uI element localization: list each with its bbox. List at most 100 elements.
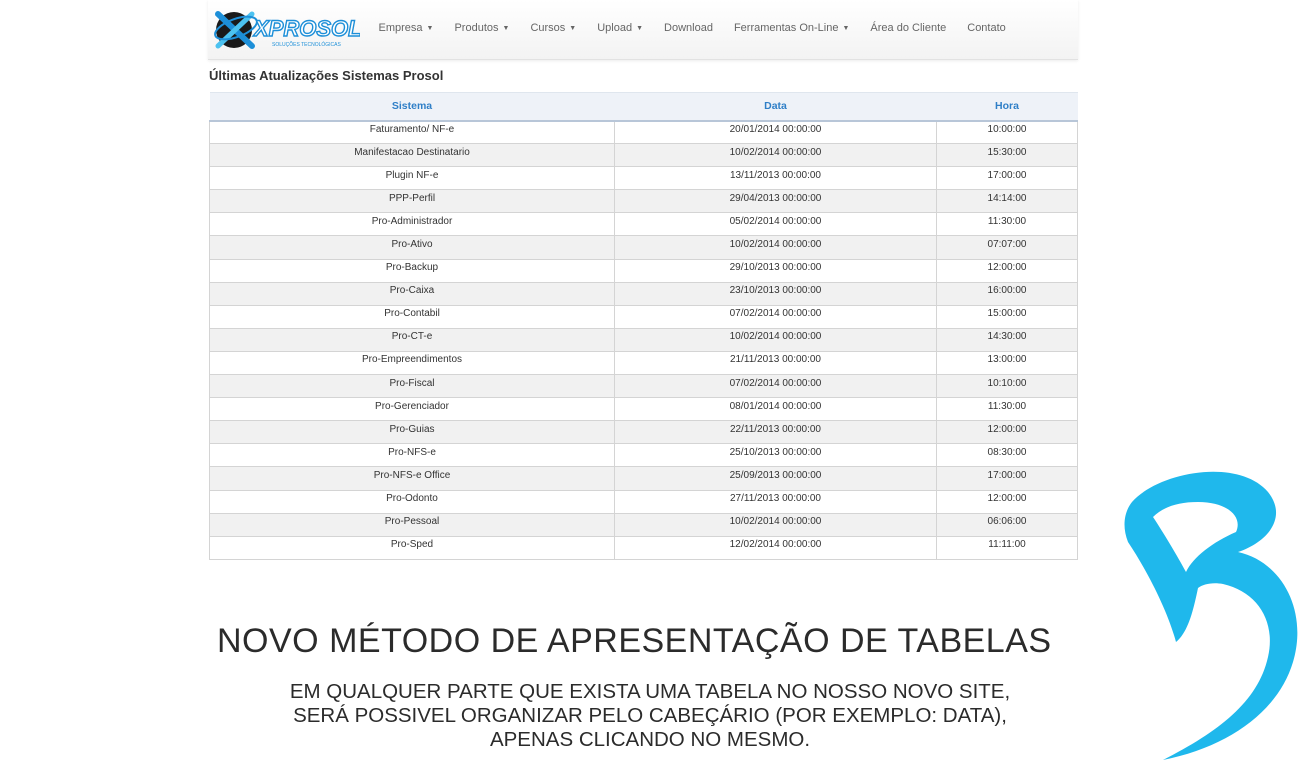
nav-menu: Empresa ▼ Produtos ▼ Cursos ▼ Upload ▼ Download F…: [368, 0, 1016, 56]
cell-hora: 11:30:00: [936, 212, 1078, 237]
updates-table: Sistema Data Hora Faturamento/ NF-e 20/01…: [209, 92, 1078, 560]
nav-item-cursos[interactable]: Cursos ▼: [520, 22, 587, 34]
xprosol-logo[interactable]: XPROSOL SOLUÇÕES TECNOLÓGICAS: [212, 6, 360, 54]
cell-sistema: Pro-Fiscal: [209, 374, 615, 399]
cell-hora: 16:00:00: [936, 281, 1078, 306]
caret-down-icon: ▼: [426, 25, 434, 32]
cell-sistema: Pro-Contabil: [209, 304, 615, 329]
cell-data: 22/11/2013 00:00:00: [614, 420, 937, 445]
cell-data: 05/02/2014 00:00:00: [614, 212, 937, 237]
table-row: Pro-Sped 12/02/2014 00:00:00 11:11:00: [209, 535, 1078, 560]
table-row: Pro-Gerenciador 08/01/2014 00:00:00 11:30:…: [209, 397, 1078, 422]
nav-item--rea-do-cliente[interactable]: Área do Cliente: [860, 22, 957, 34]
cell-data: 10/02/2014 00:00:00: [614, 143, 937, 168]
table-header-row: Sistema Data Hora: [209, 92, 1078, 122]
cell-sistema: Pro-Backup: [209, 258, 615, 283]
nav-item-label: Cursos: [530, 22, 566, 34]
cell-data: 27/11/2013 00:00:00: [614, 489, 937, 514]
cell-data: 10/02/2014 00:00:00: [614, 327, 937, 352]
caret-down-icon: ▼: [842, 25, 850, 32]
blue-swirl-logo: [1124, 471, 1298, 760]
cell-hora: 17:00:00: [936, 466, 1078, 491]
caption-text: EM QUALQUER PARTE QUE EXISTA UMA TABELA …: [150, 680, 1150, 752]
cell-hora: 12:00:00: [936, 258, 1078, 283]
caption-line: APENAS CLICANDO NO MESMO.: [489, 728, 811, 751]
top-navbar: XPROSOL SOLUÇÕES TECNOLÓGICAS Empresa ▼ Pr…: [208, 0, 1078, 60]
table-row: Pro-Administrador 05/02/2014 00:00:00 11:3…: [209, 212, 1078, 237]
caret-down-icon: ▼: [502, 25, 510, 32]
table-row: Pro-NFS-e Office 25/09/2013 00:00:00 17:00…: [209, 466, 1078, 491]
nav-item-upload[interactable]: Upload ▼: [587, 22, 654, 34]
cell-sistema: Faturamento/ NF-e: [209, 119, 615, 145]
nav-item-label: Contato: [967, 22, 1006, 34]
column-header-hora[interactable]: Hora: [936, 92, 1078, 122]
cell-data: 07/02/2014 00:00:00: [614, 304, 937, 329]
cell-sistema: Pro-Caixa: [209, 281, 615, 306]
cell-data: 07/02/2014 00:00:00: [614, 374, 937, 399]
column-header-data[interactable]: Data: [614, 92, 937, 122]
caret-down-icon: ▼: [636, 25, 644, 32]
cell-data: 21/11/2013 00:00:00: [614, 350, 937, 376]
caret-down-icon: ▼: [569, 25, 577, 32]
table-row: Pro-Fiscal 07/02/2014 00:00:00 10:10:00: [209, 374, 1078, 399]
nav-item-ferramentas-on-line[interactable]: Ferramentas On-Line ▼: [723, 22, 859, 34]
table-row: Pro-Pessoal 10/02/2014 00:00:00 06:06:00: [209, 512, 1078, 537]
cell-sistema: Pro-Sped: [209, 535, 615, 560]
cell-hora: 17:00:00: [936, 166, 1078, 191]
table-row: Faturamento/ NF-e 20/01/2014 00:00:00 10:0…: [209, 119, 1078, 145]
cell-sistema: Pro-NFS-e Office: [209, 466, 615, 491]
nav-item-empresa[interactable]: Empresa ▼: [368, 22, 444, 34]
table-row: Pro-Contabil 07/02/2014 00:00:00 15:00:00: [209, 304, 1078, 329]
nav-item-contato[interactable]: Contato: [957, 22, 1017, 34]
table-row: Pro-Caixa 23/10/2013 00:00:00 16:00:00: [209, 281, 1078, 306]
cell-hora: 12:00:00: [936, 489, 1078, 514]
nav-item-download[interactable]: Download: [654, 22, 724, 34]
cell-data: 12/02/2014 00:00:00: [614, 535, 937, 560]
cell-data: 29/04/2013 00:00:00: [614, 189, 937, 214]
cell-sistema: Pro-NFS-e: [209, 443, 615, 468]
logo-text: XPROSOL: [252, 16, 360, 41]
cell-hora: 14:14:00: [936, 189, 1078, 214]
table-row: Manifestacao Destinatario 10/02/2014 00:0…: [209, 143, 1078, 168]
cell-hora: 14:30:00: [936, 327, 1078, 352]
cell-hora: 13:00:00: [936, 350, 1078, 376]
cell-hora: 07:07:00: [936, 235, 1078, 260]
table-row: Pro-NFS-e 25/10/2013 00:00:00 08:30:00: [209, 443, 1078, 468]
cell-data: 10/02/2014 00:00:00: [614, 512, 937, 537]
table-row: Pro-CT-e 10/02/2014 00:00:00 14:30:00: [209, 327, 1078, 352]
cell-data: 25/09/2013 00:00:00: [614, 466, 937, 491]
nav-item-label: Download: [664, 22, 713, 34]
cell-sistema: Pro-Guias: [209, 420, 615, 445]
nav-item-produtos[interactable]: Produtos ▼: [444, 22, 520, 34]
section-title: Últimas Atualizações Sistemas Prosol: [209, 68, 444, 83]
nav-item-label: Empresa: [378, 22, 423, 34]
table-row: PPP-Perfil 29/04/2013 00:00:00 14:14:00: [209, 189, 1078, 214]
table-body: Faturamento/ NF-e 20/01/2014 00:00:00 10:0…: [209, 119, 1078, 560]
table-row: Pro-Empreendimentos 21/11/2013 00:00:00 13…: [209, 350, 1078, 376]
cell-sistema: Pro-Ativo: [209, 235, 615, 260]
cell-hora: 08:30:00: [936, 443, 1078, 468]
cell-hora: 12:00:00: [936, 420, 1078, 445]
nav-item-label: Área do Cliente: [870, 22, 947, 34]
caption-line: EM QUALQUER PARTE QUE EXISTA UMA TABELA …: [289, 680, 1011, 703]
cell-data: 29/10/2013 00:00:00: [614, 258, 937, 283]
updates-table-container: Sistema Data Hora Faturamento/ NF-e 20/01…: [209, 92, 1078, 560]
cell-hora: 15:00:00: [936, 304, 1078, 329]
caption-line: SERÁ POSSIVEL ORGANIZAR PELO CABEÇÁRIO (…: [293, 704, 1007, 727]
cell-hora: 11:30:00: [936, 397, 1078, 422]
table-row: Pro-Ativo 10/02/2014 00:00:00 07:07:00: [209, 235, 1078, 260]
cell-data: 23/10/2013 00:00:00: [614, 281, 937, 306]
column-header-sistema[interactable]: Sistema: [209, 92, 615, 122]
cell-data: 08/01/2014 00:00:00: [614, 397, 937, 422]
cell-sistema: PPP-Perfil: [209, 189, 615, 214]
cell-hora: 15:30:00: [936, 143, 1078, 168]
cell-sistema: Plugin NF-e: [209, 166, 615, 191]
nav-item-label: Ferramentas On-Line: [733, 22, 839, 34]
cell-data: 20/01/2014 00:00:00: [614, 119, 937, 145]
cell-sistema: Pro-Odonto: [209, 489, 615, 514]
logo-tagline: SOLUÇÕES TECNOLÓGICAS: [272, 41, 341, 48]
cell-sistema: Pro-Administrador: [209, 212, 615, 237]
nav-item-label: Upload: [597, 22, 633, 34]
nav-item-label: Produtos: [454, 22, 499, 34]
cell-sistema: Manifestacao Destinatario: [209, 143, 615, 168]
